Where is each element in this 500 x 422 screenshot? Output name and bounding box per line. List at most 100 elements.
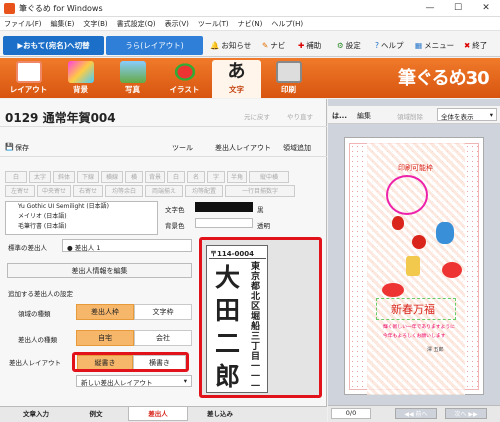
divider xyxy=(0,156,327,157)
menu-link[interactable]: ▦ メニュー xyxy=(415,38,454,52)
prev-page-button[interactable]: ◀◀ 前へ xyxy=(395,408,437,419)
text-color-value[interactable]: 黒 xyxy=(257,204,264,214)
area-type-sender[interactable]: 差出人枠 xyxy=(76,304,134,320)
close-window-button[interactable]: ✕ xyxy=(472,1,500,16)
photo-label: 写真 xyxy=(125,85,140,94)
next-page-button[interactable]: 次へ ▶▶ xyxy=(445,408,487,419)
print-label: 印刷 xyxy=(281,85,296,94)
settings-label: 設定 xyxy=(345,40,361,50)
align-left-button[interactable]: 左寄せ xyxy=(5,185,35,197)
exit-link[interactable]: ✖ 終了 xyxy=(464,38,487,52)
minimize-button[interactable]: — xyxy=(416,1,444,16)
menu-format[interactable]: 書式設定(Q) xyxy=(117,19,156,29)
menu-edit[interactable]: 編集(E) xyxy=(51,19,75,29)
menu-help[interactable]: ヘルプ(H) xyxy=(271,19,303,29)
sea-bream-illustration xyxy=(442,262,462,278)
redo-button[interactable]: やり直す xyxy=(287,111,313,121)
font-item[interactable]: 毛筆行書 (日本語) xyxy=(6,222,157,232)
menu-file[interactable]: ファイル(F) xyxy=(4,19,42,29)
halfwidth-button[interactable]: 半角 xyxy=(227,171,247,183)
right-panel-label: は... xyxy=(332,112,347,120)
name-char: 郎 xyxy=(215,362,241,391)
align-center-button[interactable]: 中央寄せ xyxy=(37,185,71,197)
tab-examples[interactable]: 例文 xyxy=(66,407,126,421)
bg-color-value[interactable]: 透明 xyxy=(257,220,270,230)
text-color-swatch[interactable] xyxy=(195,202,253,212)
sender-settings-title: 追加する差出人の設定 xyxy=(8,290,73,298)
name-button[interactable]: 名 xyxy=(187,171,205,183)
area-type-label: 領域の種類 xyxy=(18,310,51,318)
navi-link[interactable]: ✎ ナビ xyxy=(262,38,285,52)
area-type-text[interactable]: 文字枠 xyxy=(134,304,192,320)
edit-sender-button[interactable]: 差出人情報を編集 xyxy=(7,263,192,278)
sender-layout-dropdown[interactable]: 差出人レイアウト xyxy=(215,143,271,153)
bg-color-label: 背景色 xyxy=(165,222,185,230)
underline-button[interactable]: 下線 xyxy=(77,171,99,183)
undo-button[interactable]: 元に戻す xyxy=(244,111,270,121)
chevron-down-icon: ▾ xyxy=(183,377,187,385)
print-tool-button[interactable]: 印刷 xyxy=(264,60,313,98)
format-button[interactable]: 白 xyxy=(167,171,185,183)
bold-button[interactable]: 太字 xyxy=(29,171,51,183)
settings-link[interactable]: ⚙ 設定 xyxy=(337,38,361,52)
format-button[interactable]: 白 xyxy=(5,171,27,183)
font-item[interactable]: メイリオ (日本語) xyxy=(6,212,157,222)
back-layout-tab[interactable]: うら(レイアウト) xyxy=(106,36,203,55)
layout-tool-button[interactable]: レイアウト xyxy=(4,60,53,98)
divider xyxy=(209,258,266,259)
even-margin-button[interactable]: 均等余白 xyxy=(105,185,143,197)
standard-sender-select[interactable]: ● 差出人 1 xyxy=(62,239,192,252)
char-button[interactable]: 字 xyxy=(207,171,225,183)
wreath-illustration xyxy=(386,175,428,215)
illust-tool-button[interactable]: イラスト xyxy=(160,60,209,98)
distribute-button[interactable]: 均等配置 xyxy=(185,185,223,197)
font-item[interactable]: Yu Gothic UI Semilight (日本語) xyxy=(6,202,157,212)
horizontal-button[interactable]: 横 xyxy=(125,171,143,183)
line-button[interactable]: 横線 xyxy=(101,171,123,183)
sender-type-company[interactable]: 会社 xyxy=(134,330,192,346)
font-list[interactable]: Yu Gothic UI Semilight (日本語) メイリオ (日本語) … xyxy=(5,201,158,235)
window-title: 筆ぐるめ for Windows xyxy=(19,4,103,13)
menu-tools[interactable]: ツール(T) xyxy=(198,19,229,29)
menu-label: メニュー xyxy=(424,40,455,50)
sender-type-home[interactable]: 自宅 xyxy=(76,330,134,346)
tools-dropdown[interactable]: ツール xyxy=(172,143,193,153)
delete-area-button[interactable]: 領域削除 xyxy=(397,111,423,121)
sender-address: 東京都北区堀船三丁目一一一 xyxy=(251,262,261,392)
tab-merge[interactable]: 差し込み xyxy=(190,407,250,421)
navi-label: ナビ xyxy=(270,40,286,50)
background-button[interactable]: 背景 xyxy=(145,171,165,183)
photo-tool-button[interactable]: 写真 xyxy=(108,60,157,98)
maximize-button[interactable]: ☐ xyxy=(444,1,472,16)
add-area-button[interactable]: 領域追加 xyxy=(283,143,311,153)
bg-color-swatch[interactable] xyxy=(195,218,253,228)
background-tool-button[interactable]: 背景 xyxy=(56,60,105,98)
navi-icon: ✎ xyxy=(262,40,269,50)
text-icon: あ xyxy=(227,61,246,82)
align-right-button[interactable]: 右寄せ xyxy=(73,185,103,197)
help-link[interactable]: ? ヘルプ xyxy=(375,38,403,52)
menu-view[interactable]: 表示(V) xyxy=(165,19,189,29)
lantern-illustration xyxy=(406,256,420,276)
standard-sender-label: 標準の差出人 xyxy=(8,244,47,252)
italic-button[interactable]: 斜体 xyxy=(53,171,75,183)
switch-to-front-button[interactable]: ▶おもて(宛名)へ切替 xyxy=(3,36,104,55)
assist-link[interactable]: ✚ 補助 xyxy=(298,38,321,52)
menu-navi[interactable]: ナビ(N) xyxy=(238,19,263,29)
bell-icon: 🔔 xyxy=(210,40,220,50)
news-link[interactable]: 🔔 お知らせ xyxy=(210,38,251,52)
number-align-button[interactable]: 一行目揃数字 xyxy=(225,185,295,197)
new-sender-layout-select[interactable]: 新しい差出人レイアウト ▾ xyxy=(76,375,192,387)
text-tool-button[interactable]: あ文字 xyxy=(212,60,261,98)
name-char: 二 xyxy=(215,329,241,358)
tab-sender[interactable]: 差出人 xyxy=(128,407,188,421)
justify-button[interactable]: 両端揃え xyxy=(145,185,183,197)
news-label: お知らせ xyxy=(221,40,252,50)
menu-text[interactable]: 文字(B) xyxy=(83,19,107,29)
help-icon: ? xyxy=(375,40,379,50)
zoom-select[interactable]: 全体を表示 ▾ xyxy=(437,108,497,121)
tab-text-input[interactable]: 文章入力 xyxy=(6,407,66,421)
save-button[interactable]: 保存 xyxy=(15,143,29,153)
tate-chu-yoko-button[interactable]: 縦中横 xyxy=(249,171,289,183)
right-edit-button[interactable]: 編集 xyxy=(357,111,371,121)
